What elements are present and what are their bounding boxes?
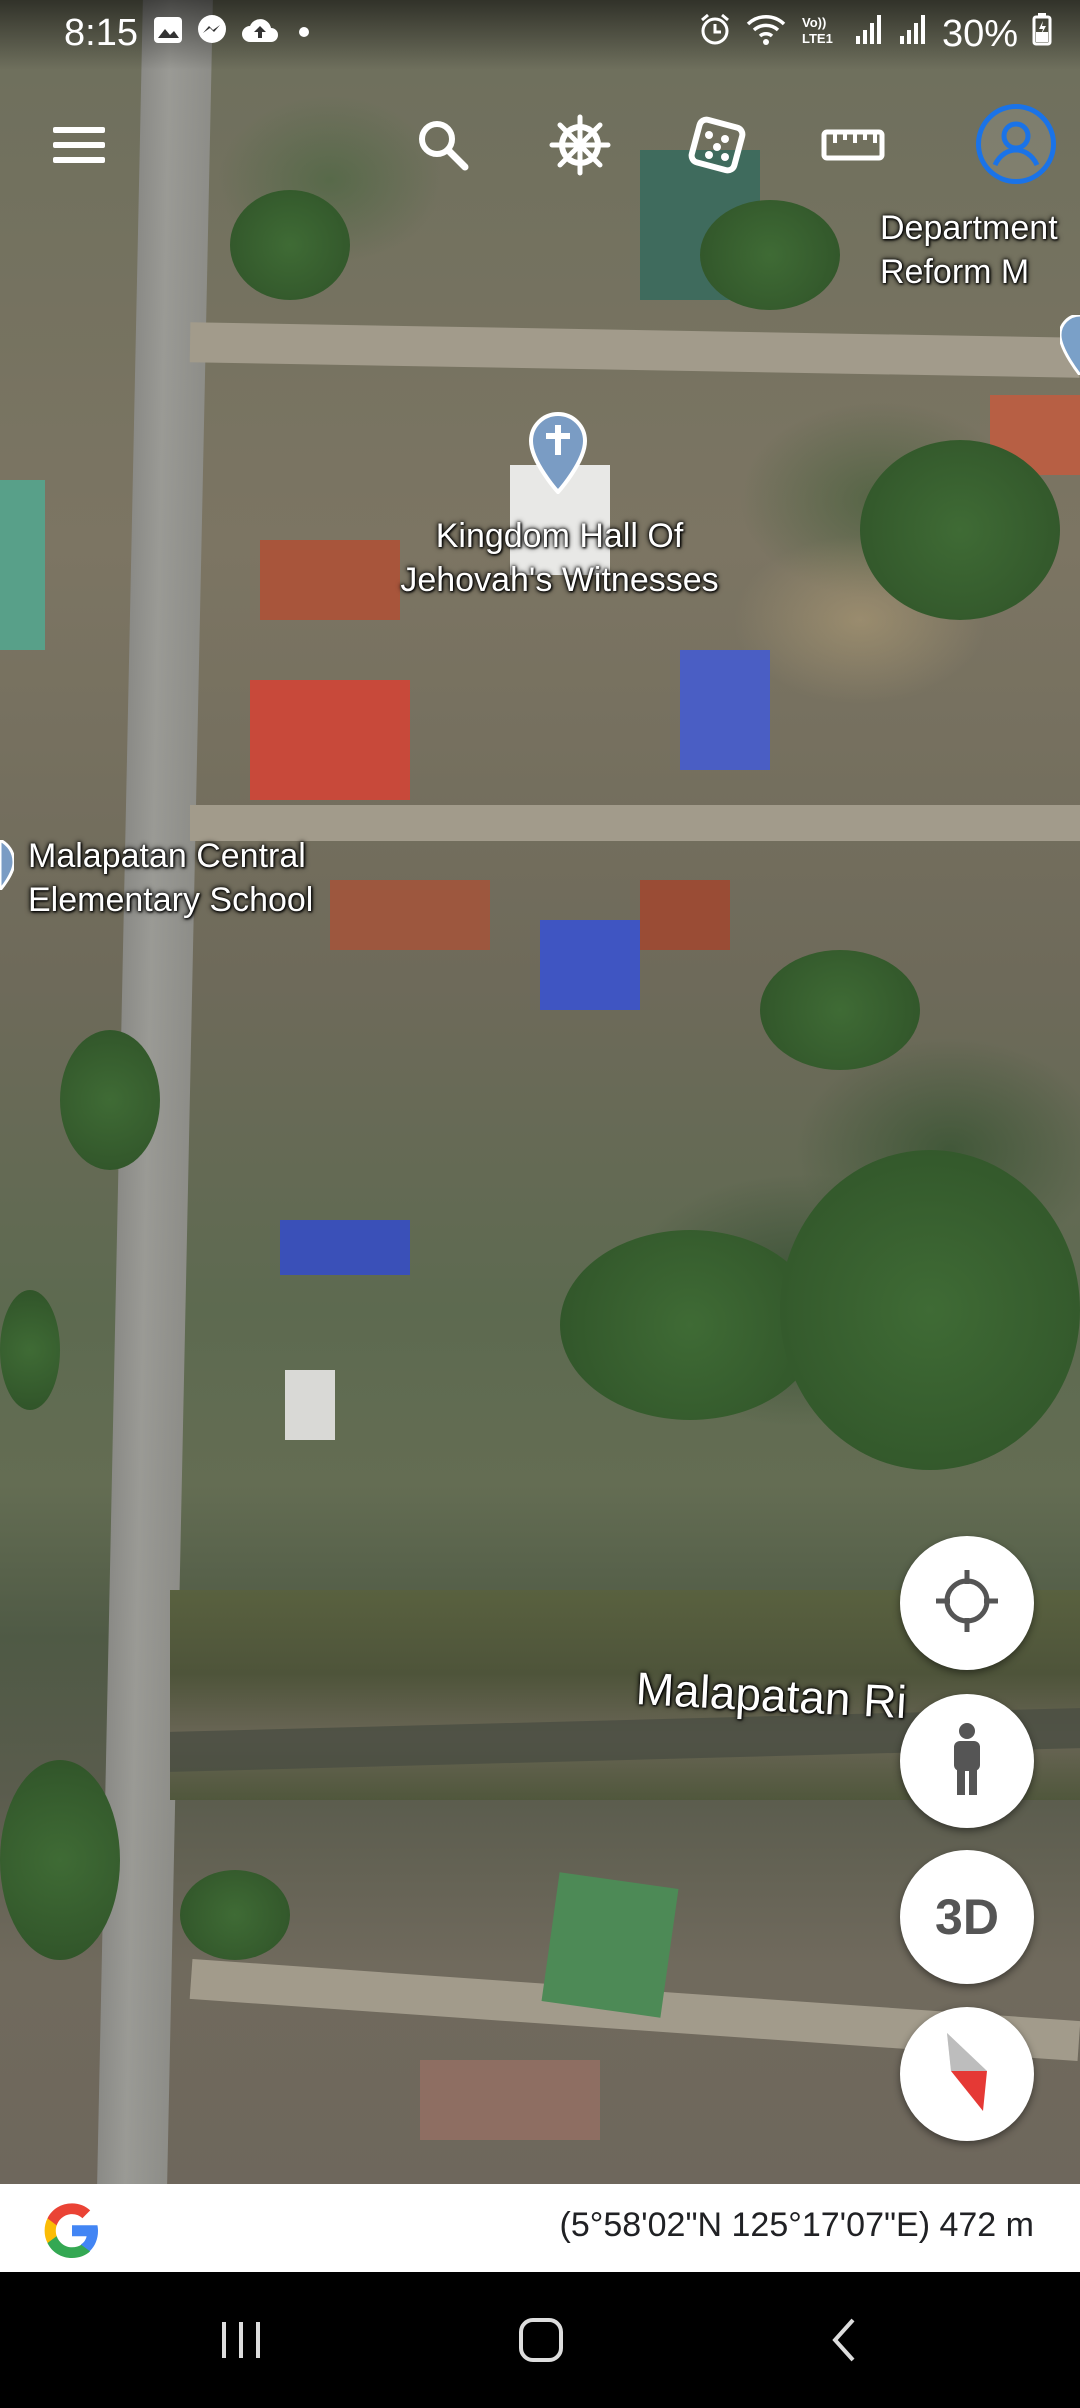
tree-cluster [700,200,840,310]
account-icon [981,109,1051,179]
account-avatar[interactable] [976,104,1056,184]
earth-toolbar [0,100,1080,190]
building-roof [0,480,45,650]
search-icon[interactable] [398,100,488,190]
notification-icons [152,14,316,54]
signal-icon [854,12,884,56]
satellite-map[interactable]: Department Reform M Kingdom Hall Of Jeho… [0,0,1080,2184]
ship-wheel-icon[interactable] [535,100,625,190]
school-pin-icon[interactable] [0,838,16,910]
place-label-department[interactable]: Department Reform M [880,206,1058,294]
place-label-kingdom-hall[interactable]: Kingdom Hall Of Jehovah's Witnesses [372,514,747,602]
battery-icon [1032,12,1052,56]
tree-cluster [230,190,350,300]
messenger-icon [196,14,228,54]
3d-toggle-button[interactable]: 3D [900,1850,1034,1984]
wifi-icon [746,12,786,56]
system-icons: Vo)) LTE1 30% [698,12,1052,56]
info-bar: (5°58'02"N 125°17'07"E) 472 m [0,2184,1080,2272]
back-icon[interactable] [800,2310,890,2370]
battery-percent: 30% [941,12,1018,55]
place-of-worship-pin-icon[interactable] [528,411,588,495]
building-roof [285,1370,335,1440]
system-nav-bar [0,2272,1080,2408]
tree-cluster [760,950,920,1070]
tree-cluster [860,440,1060,620]
tree-cluster [780,1150,1080,1470]
signal-icon [898,12,928,56]
place-label-school[interactable]: Malapatan Central Elementary School [28,834,313,922]
recents-icon[interactable] [196,2310,286,2370]
tree-cluster [0,1290,60,1410]
street-view-button[interactable] [900,1694,1034,1828]
home-icon[interactable] [496,2310,586,2370]
building-roof [540,920,640,1010]
coordinates-readout: (5°58'02"N 125°17'07"E) 472 m [559,2206,1035,2244]
government-pin-icon[interactable] [1058,313,1080,385]
volte-icon: Vo)) LTE1 [800,12,840,56]
cloud-upload-icon [240,14,280,54]
alarm-icon [698,12,732,56]
street [189,322,1080,378]
menu-icon[interactable] [34,100,124,190]
place-label-river[interactable]: Malapatan Ri [635,1662,908,1728]
building-roof [280,1220,410,1275]
dice-icon[interactable] [672,100,762,190]
crosshair-icon [932,1566,1002,1641]
building-roof [330,880,490,950]
compass-button[interactable] [900,2007,1034,2141]
svg-text:LTE1: LTE1 [802,31,833,46]
my-location-button[interactable] [900,1536,1034,1670]
ruler-icon[interactable] [808,100,898,190]
building-roof [680,650,770,770]
building-roof [250,680,410,800]
status-bar: 8:15 Vo)) LTE1 30% [0,0,1080,70]
3d-label: 3D [935,1889,999,1945]
building-roof [640,880,730,950]
tree-cluster [0,1760,120,1960]
status-time: 8:15 [64,12,138,54]
tree-cluster [60,1030,160,1170]
google-g-logo [40,2198,104,2262]
gallery-icon [152,14,184,54]
building-roof [541,1872,679,2018]
dot-icon [292,14,316,54]
pegman-icon [942,1721,992,1802]
tree-cluster [180,1870,290,1960]
compass-icon [937,2027,997,2122]
building-roof [420,2060,600,2140]
svg-text:Vo)): Vo)) [802,15,826,30]
street [190,805,1080,841]
